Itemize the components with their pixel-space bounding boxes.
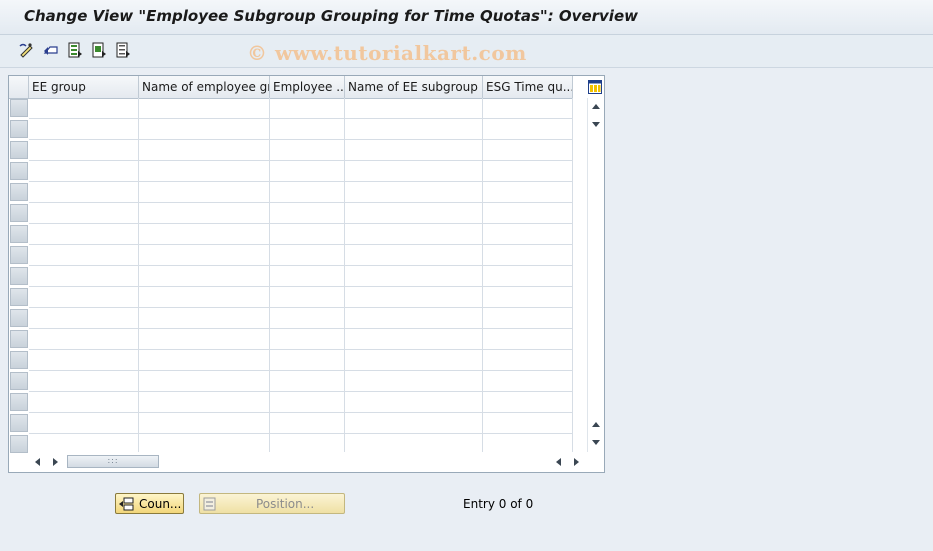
table-row [29, 244, 572, 245]
row-selector[interactable] [10, 141, 28, 159]
column-divider [344, 98, 345, 452]
column-divider [572, 98, 573, 452]
row-selector[interactable] [10, 372, 28, 390]
table-row [29, 118, 572, 119]
scroll-right-end-icon[interactable] [574, 458, 579, 466]
table-control: EE group Name of employee grp Employee .… [8, 75, 605, 473]
select-all-button[interactable] [65, 40, 85, 60]
title-bar: Change View "Employee Subgroup Grouping … [0, 0, 933, 35]
column-header-employee-group-name[interactable]: Name of employee grp [139, 76, 270, 98]
column-settings-button[interactable] [587, 78, 603, 96]
scroll-right-icon[interactable] [53, 458, 58, 466]
table-row [29, 412, 572, 413]
column-header-esg-time-quota[interactable]: ESG Time qu... [483, 76, 573, 98]
table-row [29, 202, 572, 203]
watermark-text: © www.tutorialkart.com [247, 41, 527, 65]
page-title: Change View "Employee Subgroup Grouping … [24, 7, 638, 25]
row-selector[interactable] [10, 435, 28, 453]
deselect-all-icon [116, 42, 130, 58]
count-button[interactable]: Coun... [115, 493, 184, 514]
table-row [29, 223, 572, 224]
select-block-button[interactable] [89, 40, 109, 60]
scroll-left-end-icon[interactable] [556, 458, 561, 466]
change-display-button[interactable] [17, 40, 37, 60]
table-row [29, 370, 572, 371]
table-row [29, 160, 572, 161]
horizontal-scroll-thumb[interactable]: ::: [67, 455, 159, 468]
select-all-rows-cell[interactable] [9, 76, 29, 98]
position-button[interactable]: Position... [199, 493, 345, 514]
row-selector[interactable] [10, 288, 28, 306]
row-selector[interactable] [10, 246, 28, 264]
page-down-icon[interactable] [592, 122, 600, 127]
table-settings-icon [588, 80, 602, 94]
position-button-label: Position... [256, 496, 315, 511]
row-selector[interactable] [10, 225, 28, 243]
row-selector[interactable] [10, 183, 28, 201]
row-selector[interactable] [10, 309, 28, 327]
table-row [29, 181, 572, 182]
undo-button[interactable] [41, 40, 61, 60]
column-header-employee-subgroup[interactable]: Employee ... [270, 76, 345, 98]
row-selector[interactable] [10, 162, 28, 180]
select-block-icon [92, 42, 106, 58]
table-row [29, 349, 572, 350]
row-selector[interactable] [10, 330, 28, 348]
table-row [29, 265, 572, 266]
column-header-ee-group[interactable]: EE group [29, 76, 139, 98]
column-divider [269, 98, 270, 452]
table-row [29, 328, 572, 329]
row-selector[interactable] [10, 99, 28, 117]
scroll-down-icon[interactable] [592, 440, 600, 445]
count-button-label: Coun... [139, 496, 182, 511]
vertical-scrollbar[interactable] [587, 98, 604, 452]
page-up-icon[interactable] [592, 422, 600, 427]
row-selector[interactable] [10, 267, 28, 285]
row-selector[interactable] [10, 414, 28, 432]
table-row [29, 307, 572, 308]
select-all-icon [68, 42, 82, 58]
table-row [29, 391, 572, 392]
change-display-icon [19, 43, 33, 58]
scroll-left-icon[interactable] [35, 458, 40, 466]
column-divider [138, 98, 139, 452]
table-row [29, 286, 572, 287]
count-icon [119, 497, 134, 510]
table-header: EE group Name of employee grp Employee .… [9, 76, 573, 99]
horizontal-scrollbar[interactable]: ::: [29, 454, 584, 470]
row-selector[interactable] [10, 393, 28, 411]
row-selector[interactable] [10, 204, 28, 222]
entry-counter: Entry 0 of 0 [463, 497, 534, 511]
table-row [29, 433, 572, 434]
row-selector[interactable] [10, 351, 28, 369]
column-header-ee-subgroup-name[interactable]: Name of EE subgroup [345, 76, 483, 98]
deselect-all-button[interactable] [113, 40, 133, 60]
position-icon [203, 497, 216, 510]
table-row [29, 139, 572, 140]
column-divider [482, 98, 483, 452]
row-selector[interactable] [10, 120, 28, 138]
scroll-up-icon[interactable] [592, 104, 600, 109]
undo-icon [43, 46, 58, 55]
